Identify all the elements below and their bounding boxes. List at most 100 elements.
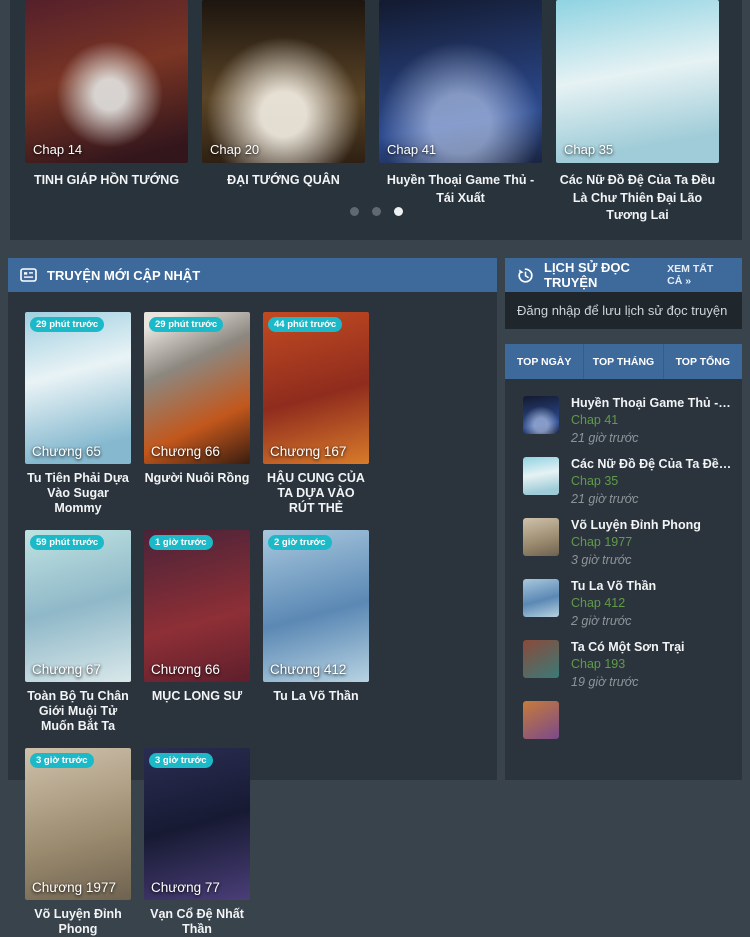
comic-card-5[interactable]: 1 giờ trước Chương 66 MỤC LONG SƯ [144,530,250,734]
comic-title[interactable]: Tu La Võ Thần [263,689,369,719]
comic-title[interactable]: Võ Luyện Đỉnh Phong [25,907,131,937]
comic-title[interactable]: Huyền Thoại Game Thủ - Tái Xuất [379,172,542,207]
tab-top-total[interactable]: TOP TỔNG [664,344,742,379]
comic-title[interactable]: Các Nữ Đồ Đệ Của Ta Đều Là Chư Thiên Đại… [556,172,719,225]
comic-cover[interactable]: 44 phút trước Chương 167 [263,312,369,464]
comic-title[interactable]: Tu Tiên Phải Dựa Vào Sugar Mommy [25,471,131,516]
ranking-item-meta: Huyền Thoại Game Thủ - Tái Xuất Chap 41 … [571,396,732,445]
comic-card-3[interactable]: 44 phút trước Chương 167 HẬU CUNG CỦA TA… [263,312,369,516]
comic-cover[interactable]: Chap 14 [25,0,188,163]
comic-cover[interactable]: 3 giờ trước Chương 77 [144,748,250,900]
updates-section: TRUYỆN MỚI CẬP NHẬT 29 phút trước Chương… [8,258,497,780]
history-header-title: LỊCH SỬ ĐỌC TRUYỆN [544,260,667,290]
comic-title[interactable]: Toàn Bộ Tu Chân Giới Muội Tử Muốn Bắt Ta [25,689,131,734]
newspaper-icon [20,268,37,282]
comic-title[interactable]: Người Nuôi Rồng [144,471,250,501]
sidebar: LỊCH SỬ ĐỌC TRUYỆN XEM TẤT CẢ » Đăng nhậ… [505,258,742,780]
chapter-label[interactable]: Chap 41 [571,413,732,427]
carousel-item-4[interactable]: Chap 35 Các Nữ Đồ Đệ Của Ta Đều Là Chư T… [556,0,719,225]
ranking-item-meta: Tu La Võ Thần Chap 412 2 giờ trước [571,579,656,628]
comic-cover[interactable]: 29 phút trước Chương 65 [25,312,131,464]
time-ago: 19 giờ trước [571,675,685,689]
time-badge: 59 phút trước [30,535,104,550]
comic-thumbnail[interactable] [523,518,559,556]
login-notice: Đăng nhập để lưu lịch sử đọc truyện [505,292,742,329]
comic-thumbnail[interactable] [523,640,559,678]
carousel-items: Chap 14 TINH GIÁP HỒN TƯỚNG Chap 20 ĐẠI … [10,0,742,225]
ranking-item-meta: Các Nữ Đồ Đệ Của Ta Đều Là Chư... Chap 3… [571,457,732,506]
tab-top-month[interactable]: TOP THÁNG [584,344,663,379]
comic-thumbnail[interactable] [523,396,559,434]
chapter-label[interactable]: Chap 412 [571,596,656,610]
ranking-tabs: TOP NGÀY TOP THÁNG TOP TỔNG [505,344,742,379]
comic-cover[interactable]: 29 phút trước Chương 66 [144,312,250,464]
comic-site-page: Chap 14 TINH GIÁP HỒN TƯỚNG Chap 20 ĐẠI … [0,0,750,700]
comic-card-4[interactable]: 59 phút trước Chương 67 Toàn Bộ Tu Chân … [25,530,131,734]
comic-title[interactable]: HẬU CUNG CỦA TA DỰA VÀO RÚT THẺ [263,471,369,516]
time-badge: 44 phút trước [268,317,342,332]
comic-thumbnail[interactable] [523,701,559,739]
ranking-item-2[interactable]: Các Nữ Đồ Đệ Của Ta Đều Là Chư... Chap 3… [523,457,732,506]
carousel-item-2[interactable]: Chap 20 ĐẠI TƯỚNG QUÂN [202,0,365,225]
carousel-item-1[interactable]: Chap 14 TINH GIÁP HỒN TƯỚNG [25,0,188,225]
chapter-label: Chap 20 [210,142,259,157]
carousel-dot-2[interactable] [372,207,381,216]
ranking-item-3[interactable]: Võ Luyện Đỉnh Phong Chap 1977 3 giờ trướ… [523,518,732,567]
comic-cover[interactable]: 1 giờ trước Chương 66 [144,530,250,682]
ranking-item-5[interactable]: Ta Có Một Sơn Trại Chap 193 19 giờ trước [523,640,732,689]
comic-cover[interactable]: Chap 35 [556,0,719,163]
ranking-item-meta: Võ Luyện Đỉnh Phong Chap 1977 3 giờ trướ… [571,518,701,567]
chapter-label[interactable]: Chap 193 [571,657,685,671]
ranking-item-1[interactable]: Huyền Thoại Game Thủ - Tái Xuất Chap 41 … [523,396,732,445]
spacer [505,329,742,344]
chapter-label: Chương 66 [151,662,220,677]
chapter-label: Chương 66 [151,444,220,459]
carousel-dot-3-active[interactable] [394,207,403,216]
comic-thumbnail[interactable] [523,457,559,495]
ranking-item-6-partial[interactable] [523,701,732,739]
time-badge: 29 phút trước [30,317,104,332]
chapter-label: Chap 14 [33,142,82,157]
comic-card-6[interactable]: 2 giờ trước Chương 412 Tu La Võ Thần [263,530,369,734]
comic-title[interactable]: Ta Có Một Sơn Trại [571,640,685,654]
ranking-list: Huyền Thoại Game Thủ - Tái Xuất Chap 41 … [505,379,742,780]
carousel-item-3[interactable]: Chap 41 Huyền Thoại Game Thủ - Tái Xuất [379,0,542,225]
view-all-link[interactable]: XEM TẤT CẢ » [667,263,730,287]
chapter-label[interactable]: Chap 35 [571,474,732,488]
chapter-label: Chương 67 [32,662,101,677]
chapter-label: Chương 167 [270,444,346,459]
featured-carousel: Chap 14 TINH GIÁP HỒN TƯỚNG Chap 20 ĐẠI … [10,0,742,240]
comic-cover[interactable]: 3 giờ trước Chương 1977 [25,748,131,900]
comic-title[interactable]: Huyền Thoại Game Thủ - Tái Xuất [571,396,732,410]
carousel-dot-1[interactable] [350,207,359,216]
chapter-label[interactable]: Chap 1977 [571,535,701,549]
time-badge: 29 phút trước [149,317,223,332]
comic-title[interactable]: TINH GIÁP HỒN TƯỚNG [25,172,188,190]
reading-history-widget: LỊCH SỬ ĐỌC TRUYỆN XEM TẤT CẢ » Đăng nhậ… [505,258,742,329]
chapter-label: Chương 1977 [32,880,116,895]
comic-title[interactable]: Võ Luyện Đỉnh Phong [571,518,701,532]
comic-title[interactable]: ĐẠI TƯỚNG QUÂN [202,172,365,190]
chapter-label: Chap 35 [564,142,613,157]
comic-thumbnail[interactable] [523,579,559,617]
comic-title[interactable]: Tu La Võ Thần [571,579,656,593]
comic-cover[interactable]: Chap 20 [202,0,365,163]
updates-grid: 29 phút trước Chương 65 Tu Tiên Phải Dựa… [8,292,497,937]
chapter-label: Chương 77 [151,880,220,895]
chapter-label: Chương 65 [32,444,101,459]
comic-card-7[interactable]: 3 giờ trước Chương 1977 Võ Luyện Đỉnh Ph… [25,748,131,937]
comic-card-1[interactable]: 29 phút trước Chương 65 Tu Tiên Phải Dựa… [25,312,131,516]
tab-top-day[interactable]: TOP NGÀY [505,344,584,379]
comic-card-2[interactable]: 29 phút trước Chương 66 Người Nuôi Rồng [144,312,250,516]
comic-card-8[interactable]: 3 giờ trước Chương 77 Vạn Cổ Đệ Nhất Thầ… [144,748,250,937]
history-clock-icon [517,267,534,284]
time-ago: 21 giờ trước [571,492,732,506]
comic-title[interactable]: MỤC LONG SƯ [144,689,250,719]
comic-title[interactable]: Vạn Cổ Đệ Nhất Thần [144,907,250,937]
comic-cover[interactable]: Chap 41 [379,0,542,163]
comic-cover[interactable]: 2 giờ trước Chương 412 [263,530,369,682]
comic-title[interactable]: Các Nữ Đồ Đệ Của Ta Đều Là Chư... [571,457,732,471]
ranking-item-4[interactable]: Tu La Võ Thần Chap 412 2 giờ trước [523,579,732,628]
ranking-item-meta: Ta Có Một Sơn Trại Chap 193 19 giờ trước [571,640,685,689]
comic-cover[interactable]: 59 phút trước Chương 67 [25,530,131,682]
